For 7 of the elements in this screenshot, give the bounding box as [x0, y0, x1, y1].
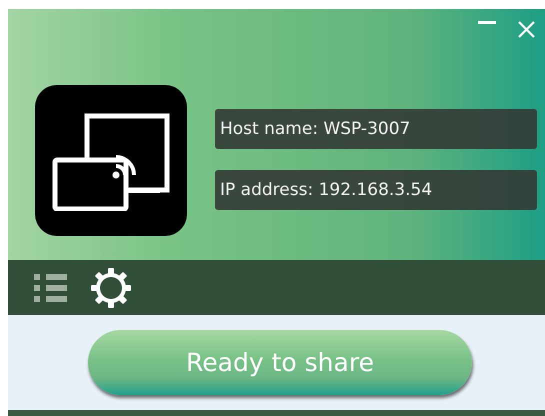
host-name-field: Host name: WSP-3007 — [215, 109, 537, 149]
ip-address-field: IP address: 192.168.3.54 — [215, 170, 537, 210]
share-button[interactable]: Ready to share — [88, 330, 472, 395]
close-icon[interactable] — [518, 21, 535, 38]
screen-cast-logo-icon — [35, 85, 187, 236]
minimize-icon[interactable] — [478, 21, 496, 25]
settings-icon[interactable] — [90, 266, 132, 308]
